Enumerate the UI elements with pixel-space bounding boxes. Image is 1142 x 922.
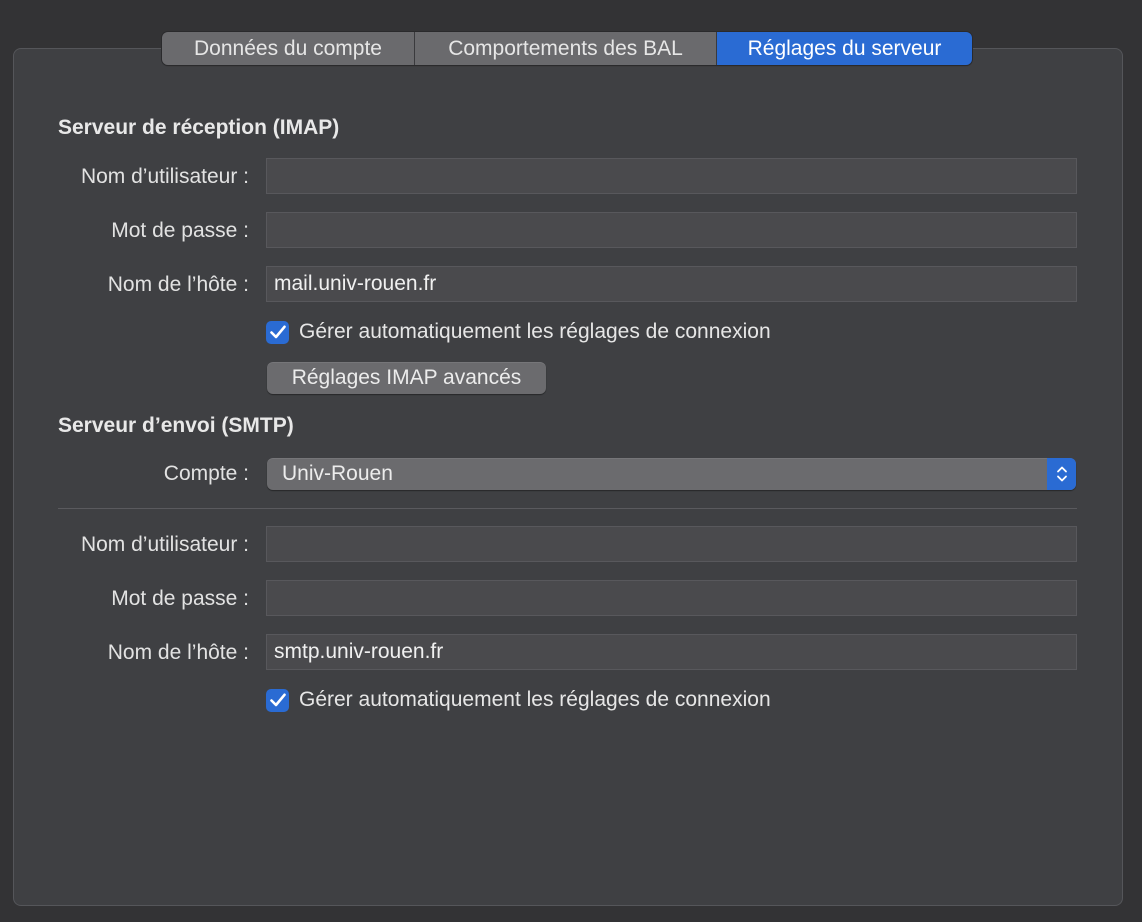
tab-account-info[interactable]: Données du compte xyxy=(162,32,414,65)
incoming-server-heading: Serveur de réception (IMAP) xyxy=(58,116,340,139)
advanced-imap-settings-button[interactable]: Réglages IMAP avancés xyxy=(267,362,546,394)
incoming-auto-manage-checkbox[interactable] xyxy=(266,320,289,344)
incoming-password-field[interactable] xyxy=(266,212,1077,248)
incoming-username-field[interactable] xyxy=(266,158,1077,194)
outgoing-username-label: Nom d’utilisateur : xyxy=(80,533,249,556)
tab-mailbox-behaviors[interactable]: Comportements des BAL xyxy=(414,32,716,65)
outgoing-account-value: Univ-Rouen xyxy=(282,462,393,485)
incoming-password-label: Mot de passe : xyxy=(111,219,249,242)
outgoing-username-field[interactable] xyxy=(266,526,1077,562)
outgoing-auto-manage-checkbox[interactable] xyxy=(266,688,289,712)
incoming-auto-manage-row[interactable]: Gérer automatiquement les réglages de co… xyxy=(266,320,771,344)
incoming-username-label: Nom d’utilisateur : xyxy=(80,165,249,188)
outgoing-auto-manage-label: Gérer automatiquement les réglages de co… xyxy=(299,688,771,711)
outgoing-host-field[interactable] xyxy=(266,634,1077,670)
outgoing-host-label: Nom de l’hôte : xyxy=(107,641,249,664)
tab-server-settings[interactable]: Réglages du serveur xyxy=(716,32,972,65)
checkmark-icon xyxy=(269,693,286,707)
up-down-chevron-icon xyxy=(1047,458,1076,490)
outgoing-password-label: Mot de passe : xyxy=(111,587,249,610)
outgoing-account-label: Compte : xyxy=(163,462,249,485)
outgoing-password-field[interactable] xyxy=(266,580,1077,616)
outgoing-auto-manage-row[interactable]: Gérer automatiquement les réglages de co… xyxy=(266,688,771,712)
incoming-auto-manage-label: Gérer automatiquement les réglages de co… xyxy=(299,320,771,343)
outgoing-account-select[interactable]: Univ-Rouen xyxy=(267,458,1076,490)
checkmark-icon xyxy=(269,325,286,339)
tab-bar: Données du compte Comportements des BAL … xyxy=(162,32,972,65)
outgoing-server-heading: Serveur d’envoi (SMTP) xyxy=(58,414,294,437)
section-divider xyxy=(58,508,1077,509)
incoming-host-label: Nom de l’hôte : xyxy=(107,273,249,296)
incoming-host-field[interactable] xyxy=(266,266,1077,302)
